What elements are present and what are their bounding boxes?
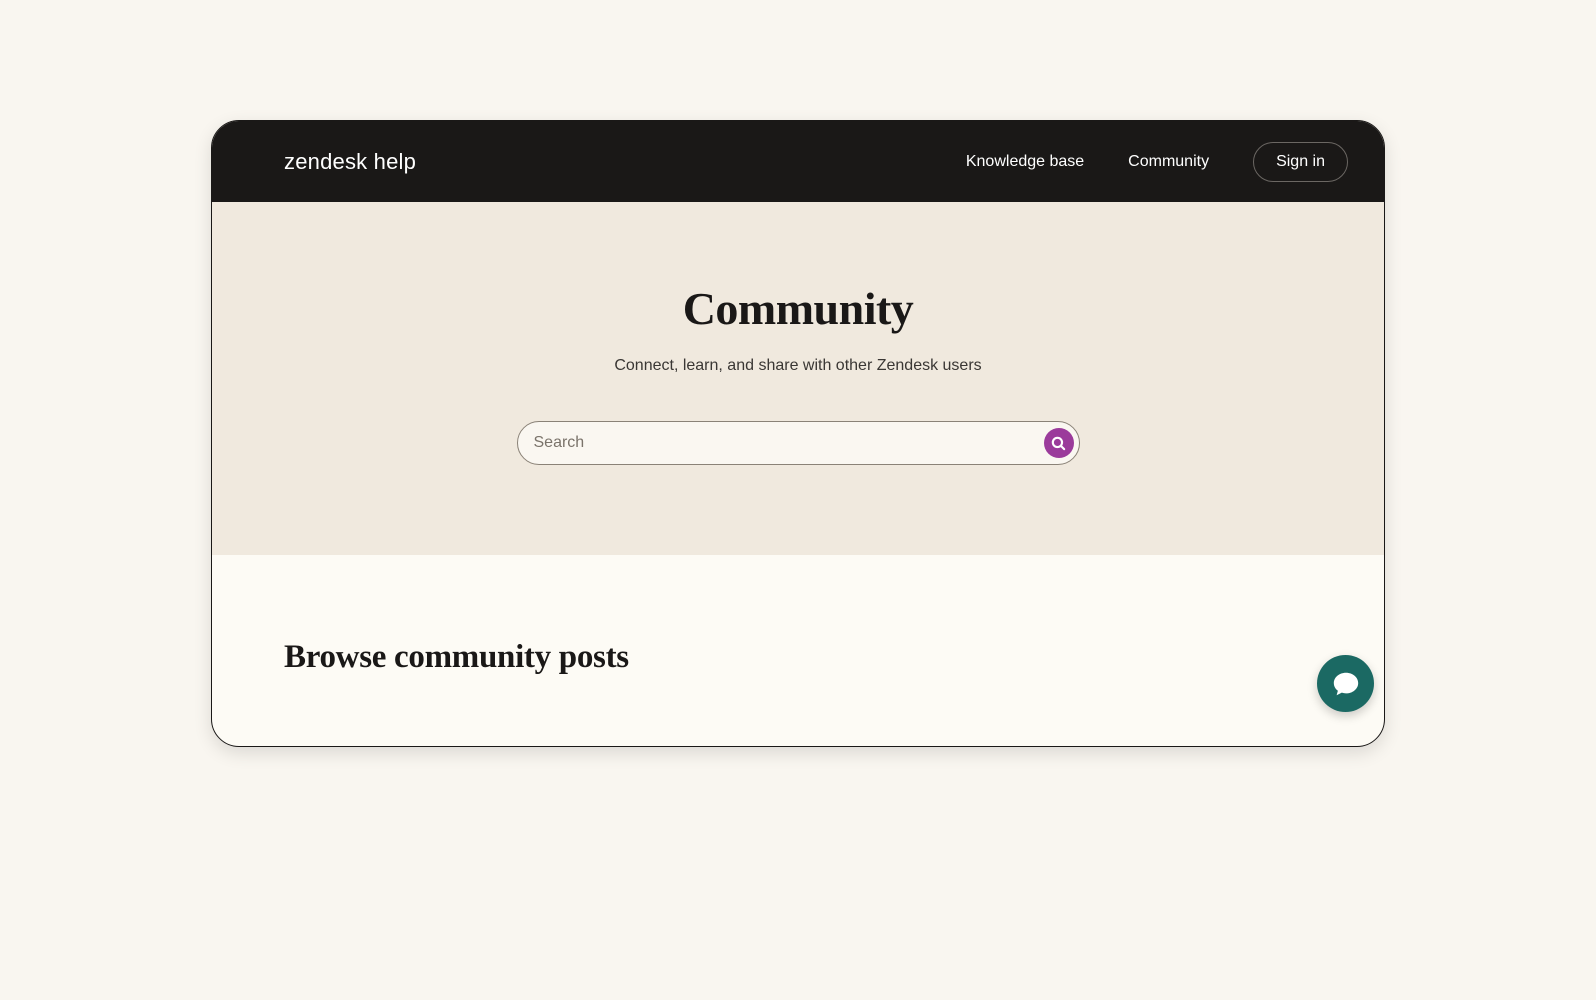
browse-title: Browse community posts <box>284 639 1312 676</box>
app-window: zendesk help Knowledge base Community Si… <box>211 120 1385 747</box>
chat-launcher-button[interactable] <box>1317 655 1374 712</box>
chat-bubble-icon <box>1331 669 1361 699</box>
hero-section: Community Connect, learn, and share with… <box>212 202 1384 555</box>
page-title: Community <box>683 282 914 335</box>
search-button[interactable] <box>1044 428 1074 458</box>
logo[interactable]: zendesk help <box>284 149 416 175</box>
top-bar: zendesk help Knowledge base Community Si… <box>212 121 1384 202</box>
search-input[interactable] <box>534 434 1044 452</box>
nav-community[interactable]: Community <box>1128 153 1209 171</box>
page-subtitle: Connect, learn, and share with other Zen… <box>614 357 981 375</box>
search-bar <box>517 421 1080 465</box>
sign-in-button[interactable]: Sign in <box>1253 142 1348 182</box>
search-icon <box>1050 435 1067 452</box>
primary-nav: Knowledge base Community Sign in <box>966 142 1348 182</box>
browse-section: Browse community posts <box>212 555 1384 676</box>
nav-knowledge-base[interactable]: Knowledge base <box>966 153 1084 171</box>
